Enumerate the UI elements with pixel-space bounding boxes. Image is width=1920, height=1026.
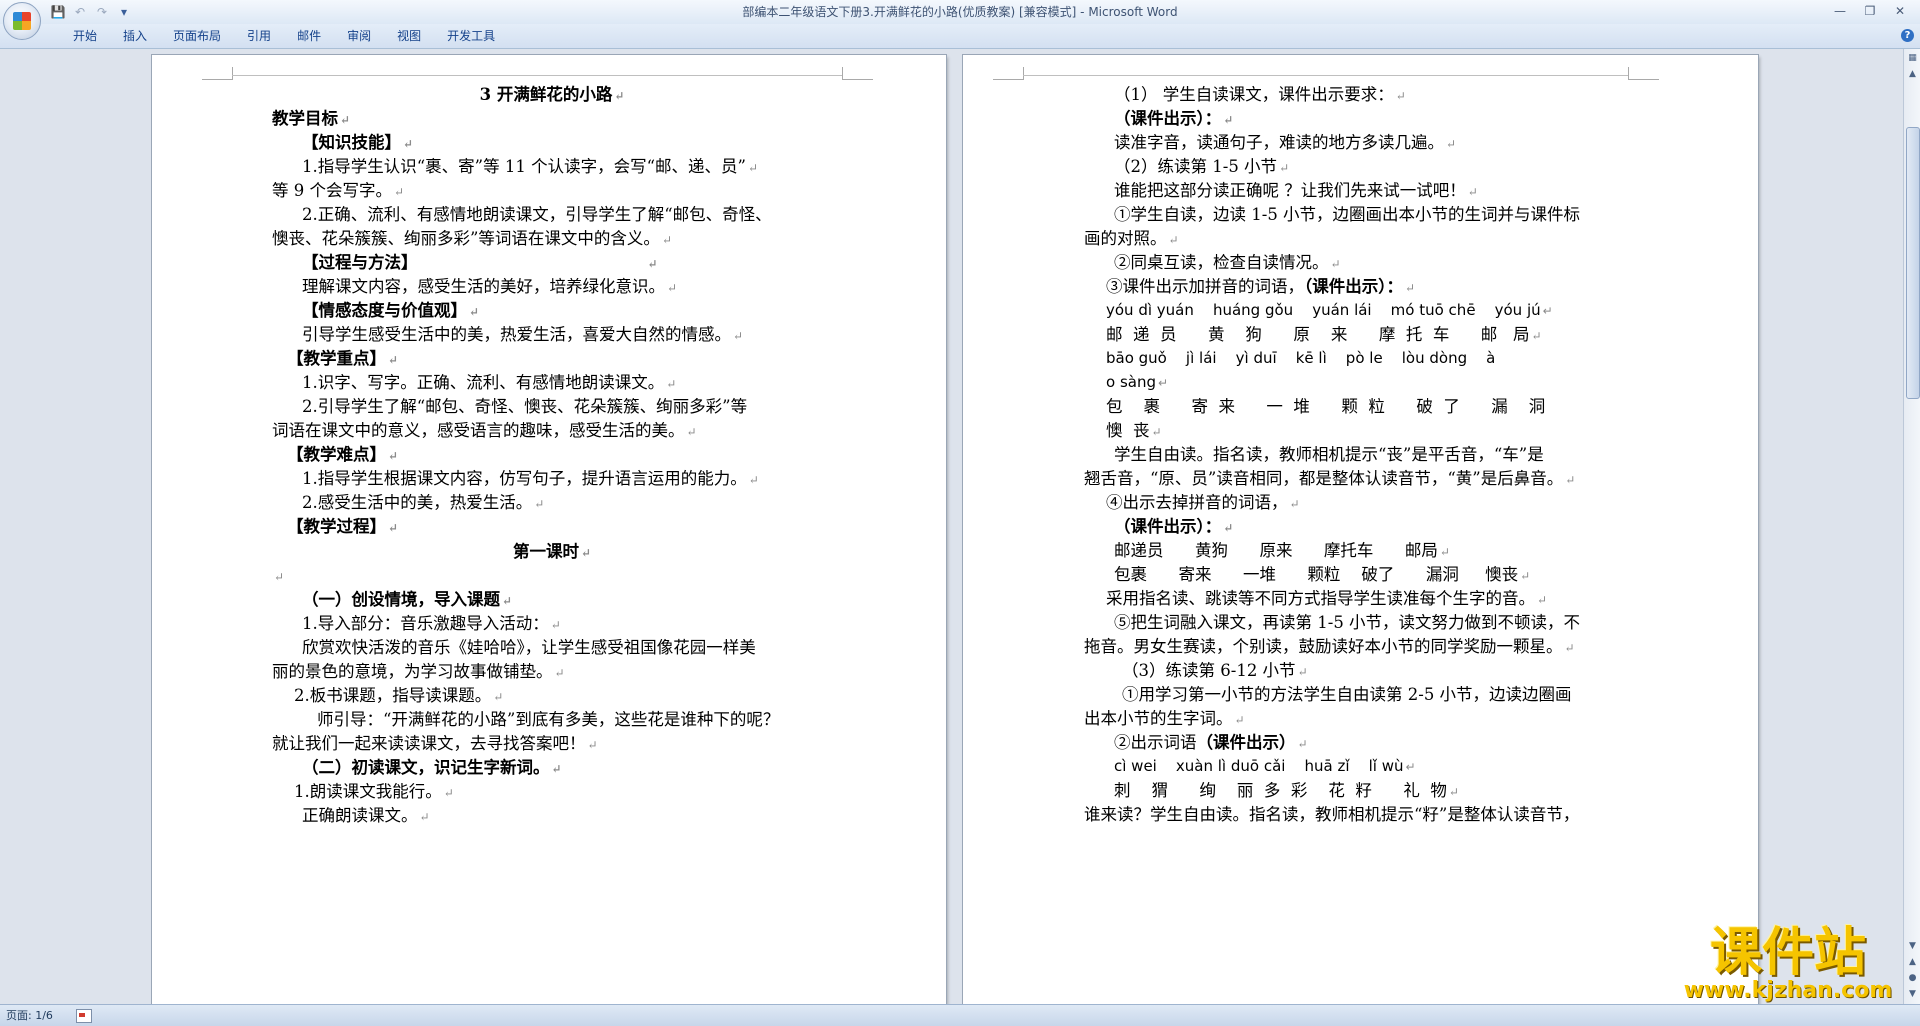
empty-line: ↵ [274, 570, 285, 584]
tab-home[interactable]: 开始 [60, 24, 110, 48]
lesson-heading: 第一课时 ↵ [512, 542, 592, 561]
watermark-logo: 课件站 www.kjzhan.com [1668, 925, 1908, 1007]
office-logo-icon [13, 12, 31, 30]
document-area[interactable]: 3 开满鲜花的小路 ↵ 教学目标 ↵ 【知识技能】 ↵ 1.指导学生认识“裹、寄”等 … [0, 49, 1903, 1004]
vocab-line: 包 裹 寄 来 一 堆 颗 粒 破 了 漏 洞 [1106, 397, 1546, 416]
title-bar: 💾 ↶ ↷ ▾ 部编本二年级语文下册3.开满鲜花的小路(优质教案) [兼容模式]… [0, 0, 1920, 25]
paragraph-line: 谁来读？学生自由读。指名读，教师相机提示“籽”是整体认读音节， [1084, 805, 1580, 824]
header-line [1023, 75, 1628, 76]
scrollbar-thumb[interactable] [1906, 127, 1920, 399]
vertical-scrollbar[interactable]: ▦ ▲ ▼ ▲ ● ▼ [1903, 49, 1920, 1004]
crop-mark [993, 67, 1024, 80]
watermark-url: www.kjzhan.com [1683, 978, 1893, 1003]
minimize-icon[interactable]: — [1826, 2, 1854, 20]
window-controls: — ❐ ✕ [1826, 2, 1914, 20]
document-page-1[interactable]: 3 开满鲜花的小路 ↵ 教学目标 ↵ 【知识技能】 ↵ 1.指导学生认识“裹、寄”等 … [152, 55, 946, 1004]
tab-references[interactable]: 引用 [234, 24, 284, 48]
proofing-icon[interactable] [76, 1009, 92, 1023]
ruler-toggle-icon[interactable]: ▦ [1905, 51, 1920, 66]
tab-page-layout[interactable]: 页面布局 [160, 24, 234, 48]
page-indicator[interactable]: 页面: 1/6 [6, 1005, 53, 1026]
office-button[interactable] [3, 2, 41, 40]
restore-icon[interactable]: ❐ [1856, 2, 1884, 20]
help-icon[interactable]: ? [1901, 29, 1914, 42]
crop-mark [842, 67, 873, 80]
document-page-2[interactable]: （1） 学生自读课文，课件出示要求： ↵ （课件出示）： ↵ 读准字音，读通句子，难… [963, 55, 1758, 1004]
crop-mark [202, 67, 233, 80]
tab-insert[interactable]: 插入 [110, 24, 160, 48]
paragraph-line: 正确朗读课文。 ↵ [302, 806, 430, 825]
doc-title: 3 开满鲜花的小路 ↵ [479, 85, 625, 104]
close-icon[interactable]: ✕ [1886, 2, 1914, 20]
crop-mark [1628, 67, 1659, 80]
tab-developer[interactable]: 开发工具 [434, 24, 508, 48]
watermark-title: 课件站 [1709, 923, 1866, 983]
tab-mailings[interactable]: 邮件 [284, 24, 334, 48]
scroll-up-icon[interactable]: ▲ [1905, 67, 1920, 82]
window-title: 部编本二年级语文下册3.开满鲜花的小路(优质教案) [兼容模式] - Micro… [742, 5, 1178, 19]
tab-view[interactable]: 视图 [384, 24, 434, 48]
ribbon-tab-bar: 开始 插入 页面布局 引用 邮件 审阅 视图 开发工具 ? [0, 24, 1920, 49]
tab-review[interactable]: 审阅 [334, 24, 384, 48]
status-bar: 页面: 1/6 [0, 1004, 1920, 1026]
header-line [232, 75, 842, 76]
paragraph-line: ①学生自读，边读 1-5 小节，边圈画出本小节的生词并与课件标 [1114, 205, 1581, 224]
